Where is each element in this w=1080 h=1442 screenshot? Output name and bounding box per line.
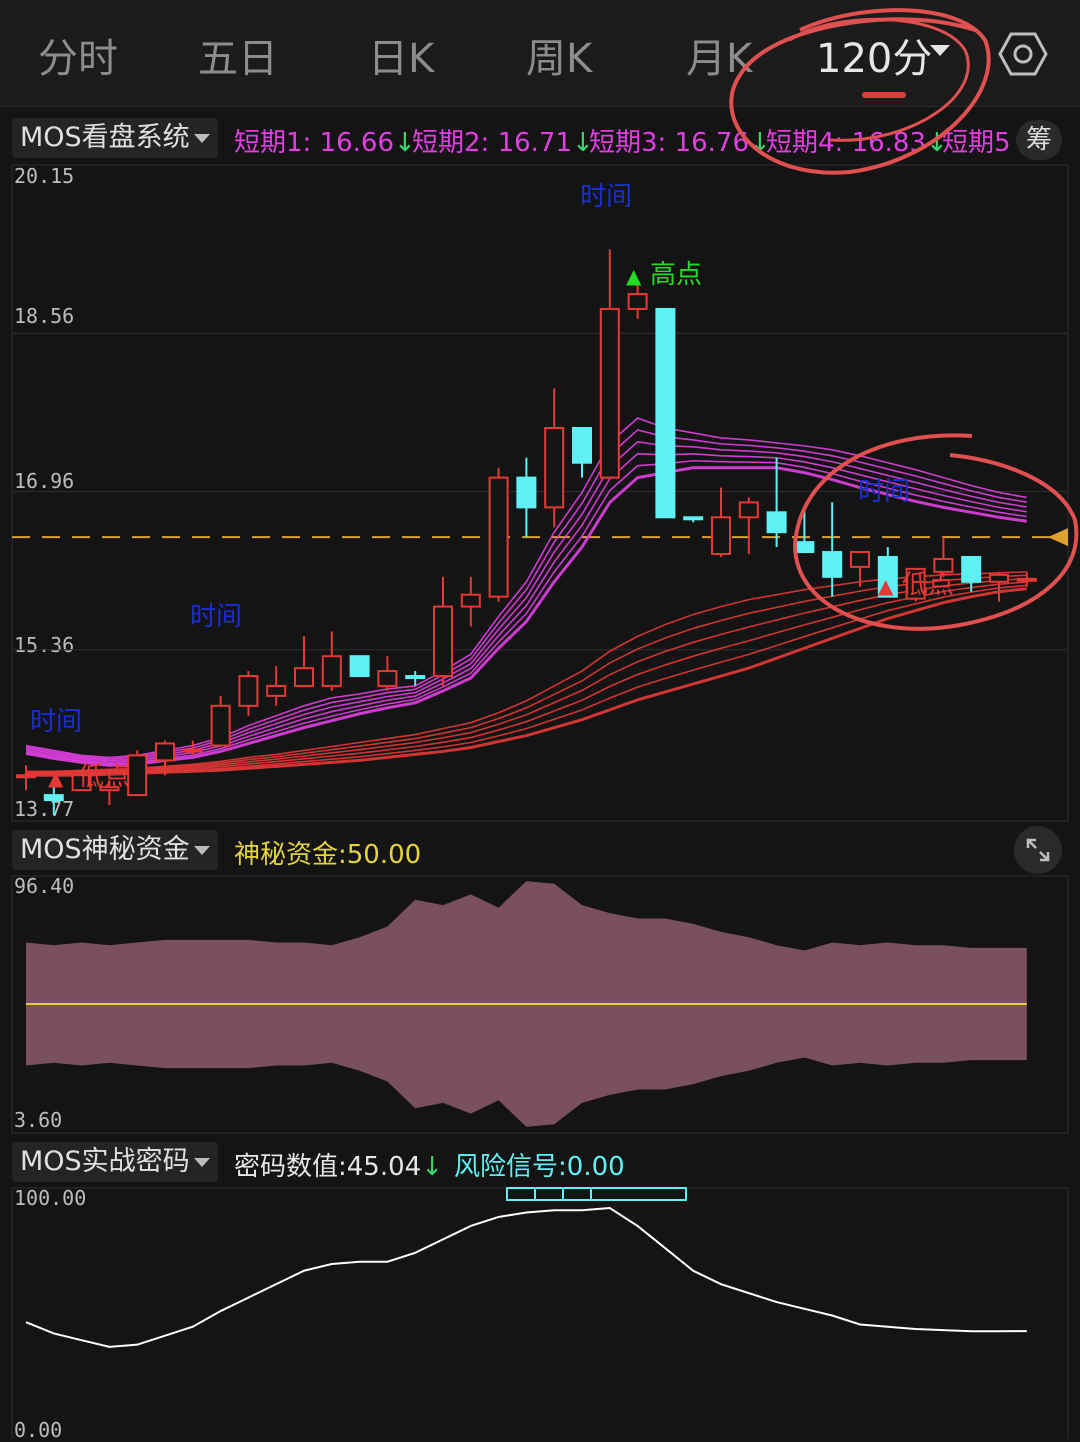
candle-body [433,605,453,678]
risk-signal-box [506,1187,536,1201]
risk-signal-box [590,1187,687,1201]
candle-body [349,655,370,678]
candle-body [544,427,565,509]
candle-body [961,555,982,583]
risk-signal-box [534,1187,564,1201]
code-value-line [25,1206,1027,1348]
candle-body [655,307,676,519]
fan-lower-line [26,571,1027,773]
candlestick-chart[interactable]: ▲ 低点▲ 高点▲ 低点时间时间时间时间 [0,0,1080,1439]
candle-body [1016,577,1037,582]
risk-signal-box [562,1187,592,1201]
candle-body [989,573,1009,583]
candle-body [850,551,870,568]
candle-body [405,675,426,680]
time-mark-label: 时间 [190,602,242,632]
low-point-marker-icon: ▲ [878,574,894,598]
candle-body [711,516,731,556]
candle-body [627,293,648,310]
low-point-label: 低点 [902,570,954,600]
candle-body [794,541,815,554]
candle-body [182,748,203,753]
fan-lower-line [26,577,1027,774]
candle-body [488,476,509,598]
candle-body [516,476,537,509]
candle-body [127,754,148,797]
fan-lower-line [26,587,1027,777]
current-price-marker [1048,528,1068,547]
candle-body [822,551,843,578]
candle-body [683,516,704,521]
candle-body [43,794,64,802]
candle-body [460,593,481,608]
time-mark-label: 时间 [30,707,82,737]
high-point-label: 高点 [650,260,702,290]
candle-body [266,684,287,697]
low-point-label: 低点 [78,762,130,792]
candle-body [766,511,787,534]
low-point-marker-icon: ▲ [48,766,64,790]
candle-body [738,501,759,519]
time-mark-label: 时间 [858,477,910,507]
candle-body [294,667,314,687]
candle-body [321,655,342,687]
fan-lower-line [26,581,1027,775]
high-point-marker-icon: ▲ [626,264,642,288]
panel-frame [11,1187,1069,1439]
time-mark-label: 时间 [580,182,632,212]
candle-body [238,675,259,707]
candle-body [210,704,231,747]
candle-body [572,427,592,464]
candle-body [16,774,36,779]
candle-body [377,670,398,687]
candle-body [599,307,620,479]
candle-body [155,742,175,762]
